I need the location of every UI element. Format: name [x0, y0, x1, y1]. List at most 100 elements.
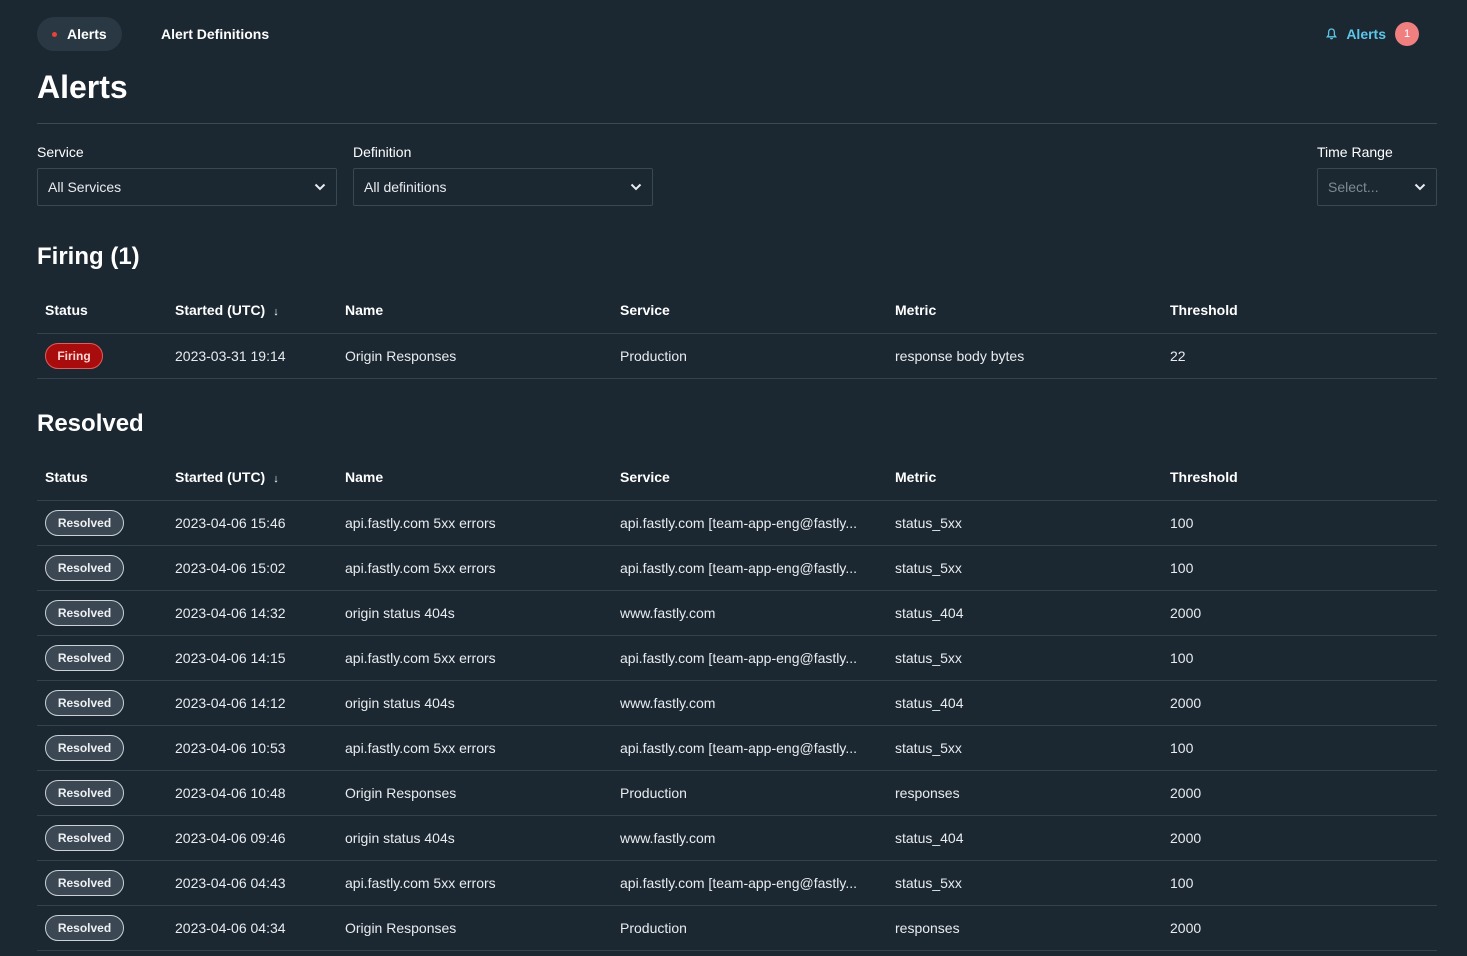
- table-row[interactable]: Resolved 2023-04-06 15:02 api.fastly.com 5…: [37, 545, 1437, 591]
- table-row[interactable]: Resolved 2023-04-06 14:12 origin status 40…: [37, 680, 1437, 726]
- table-row[interactable]: Resolved 2023-04-06 04:43 api.fastly.com 5…: [37, 860, 1437, 906]
- name-cell: Origin Responses: [337, 770, 612, 816]
- resolved-table-body: Resolved 2023-04-06 15:46 api.fastly.com 5…: [37, 500, 1437, 951]
- firing-section-title: Firing (1): [37, 243, 140, 270]
- status-badge: Resolved: [45, 779, 124, 806]
- threshold-cell: 100: [1162, 860, 1437, 906]
- status-badge: Resolved: [45, 554, 124, 581]
- alerts-notification-link[interactable]: Alerts 1: [1326, 21, 1419, 47]
- resolved-section-title: Resolved: [37, 410, 144, 437]
- threshold-cell: 2000: [1162, 815, 1437, 861]
- tab-alerts[interactable]: Alerts: [37, 17, 122, 51]
- status-cell: Resolved: [37, 635, 167, 681]
- threshold-cell: 100: [1162, 545, 1437, 591]
- column-metric: Metric: [887, 288, 1162, 334]
- threshold-cell: 100: [1162, 725, 1437, 771]
- threshold-cell: 2000: [1162, 590, 1437, 636]
- started-cell: 2023-03-31 19:14: [167, 333, 337, 379]
- metric-cell: responses: [887, 770, 1162, 816]
- threshold-cell: 100: [1162, 635, 1437, 681]
- table-row[interactable]: Resolved 2023-04-06 09:46 origin status 40…: [37, 815, 1437, 861]
- time-range-select[interactable]: Select...: [1317, 168, 1437, 206]
- table-row[interactable]: Resolved 2023-04-06 10:48 Origin Responses…: [37, 770, 1437, 816]
- service-cell: www.fastly.com: [612, 815, 887, 861]
- metric-cell: status_5xx: [887, 635, 1162, 681]
- definition-filter-label: Definition: [353, 144, 412, 160]
- chevron-down-icon: [314, 183, 326, 191]
- service-cell: api.fastly.com [team-app-eng@fastly...: [612, 860, 887, 906]
- started-cell: 2023-04-06 09:46: [167, 815, 337, 861]
- table-row[interactable]: Resolved 2023-04-06 14:32 origin status 40…: [37, 590, 1437, 636]
- time-range-placeholder: Select...: [1328, 179, 1379, 195]
- table-row[interactable]: Resolved 2023-04-06 04:34 Origin Responses…: [37, 905, 1437, 951]
- service-cell: api.fastly.com [team-app-eng@fastly...: [612, 725, 887, 771]
- name-cell: origin status 404s: [337, 815, 612, 861]
- tab-alert-definitions-label: Alert Definitions: [161, 26, 270, 42]
- table-header-row: Status Started (UTC) ↓ Name Service Metri…: [37, 455, 1437, 501]
- name-cell: Origin Responses: [337, 905, 612, 951]
- table-row[interactable]: Firing 2023-03-31 19:14 Origin Responses Pr…: [37, 333, 1437, 379]
- status-badge: Resolved: [45, 914, 124, 941]
- status-badge: Resolved: [45, 509, 124, 536]
- name-cell: api.fastly.com 5xx errors: [337, 545, 612, 591]
- status-cell: Resolved: [37, 725, 167, 771]
- metric-cell: status_5xx: [887, 860, 1162, 906]
- service-cell: Production: [612, 333, 887, 379]
- status-cell: Resolved: [37, 905, 167, 951]
- service-cell: Production: [612, 770, 887, 816]
- alert-count-badge: 1: [1395, 22, 1419, 46]
- table-row[interactable]: Resolved 2023-04-06 14:15 api.fastly.com 5…: [37, 635, 1437, 681]
- column-metric: Metric: [887, 455, 1162, 501]
- service-cell: api.fastly.com [team-app-eng@fastly...: [612, 545, 887, 591]
- status-cell: Resolved: [37, 770, 167, 816]
- status-cell: Resolved: [37, 500, 167, 546]
- service-cell: www.fastly.com: [612, 680, 887, 726]
- column-status: Status: [37, 455, 167, 501]
- definition-select[interactable]: All definitions: [353, 168, 653, 206]
- sort-arrow-icon[interactable]: ↓: [273, 473, 279, 485]
- definition-filter: Definition All definitions: [353, 144, 653, 206]
- table-row[interactable]: Resolved 2023-04-06 10:53 api.fastly.com 5…: [37, 725, 1437, 771]
- name-cell: Origin Responses: [337, 333, 612, 379]
- tab-alert-definitions[interactable]: Alert Definitions: [161, 17, 269, 51]
- header-divider: [37, 123, 1437, 124]
- column-name: Name: [337, 455, 612, 501]
- column-name: Name: [337, 288, 612, 334]
- status-badge: Resolved: [45, 869, 124, 896]
- active-dot-icon: [52, 31, 57, 37]
- metric-cell: status_404: [887, 590, 1162, 636]
- metric-cell: status_5xx: [887, 500, 1162, 546]
- tab-alerts-label: Alerts: [67, 26, 107, 42]
- metric-cell: status_5xx: [887, 725, 1162, 771]
- table-row[interactable]: Resolved 2023-04-06 15:46 api.fastly.com 5…: [37, 500, 1437, 546]
- status-badge: Resolved: [45, 644, 124, 671]
- status-badge: Resolved: [45, 824, 124, 851]
- chevron-down-icon: [1414, 183, 1426, 191]
- threshold-cell: 100: [1162, 500, 1437, 546]
- started-cell: 2023-04-06 15:46: [167, 500, 337, 546]
- service-select[interactable]: All Services: [37, 168, 337, 206]
- sort-arrow-icon[interactable]: ↓: [273, 306, 279, 318]
- started-cell: 2023-04-06 14:12: [167, 680, 337, 726]
- status-cell: Resolved: [37, 680, 167, 726]
- column-started[interactable]: Started (UTC) ↓: [167, 455, 337, 501]
- name-cell: api.fastly.com 5xx errors: [337, 860, 612, 906]
- threshold-cell: 2000: [1162, 770, 1437, 816]
- started-cell: 2023-04-06 15:02: [167, 545, 337, 591]
- started-cell: 2023-04-06 10:53: [167, 725, 337, 771]
- metric-cell: responses: [887, 905, 1162, 951]
- column-started[interactable]: Started (UTC) ↓: [167, 288, 337, 334]
- started-cell: 2023-04-06 04:43: [167, 860, 337, 906]
- page-title: Alerts: [37, 69, 128, 105]
- firing-table-body: Firing 2023-03-31 19:14 Origin Responses Pr…: [37, 333, 1437, 379]
- started-cell: 2023-04-06 14:15: [167, 635, 337, 681]
- alerts-link-label: Alerts: [1346, 26, 1386, 42]
- threshold-cell: 22: [1162, 333, 1437, 379]
- bell-icon: [1326, 28, 1338, 40]
- status-cell: Firing: [37, 333, 167, 379]
- name-cell: origin status 404s: [337, 680, 612, 726]
- column-service: Service: [612, 455, 887, 501]
- name-cell: origin status 404s: [337, 590, 612, 636]
- alerts-page: Alerts Alert Definitions Alerts 1 Alerts…: [0, 0, 1467, 956]
- chevron-down-icon: [630, 183, 642, 191]
